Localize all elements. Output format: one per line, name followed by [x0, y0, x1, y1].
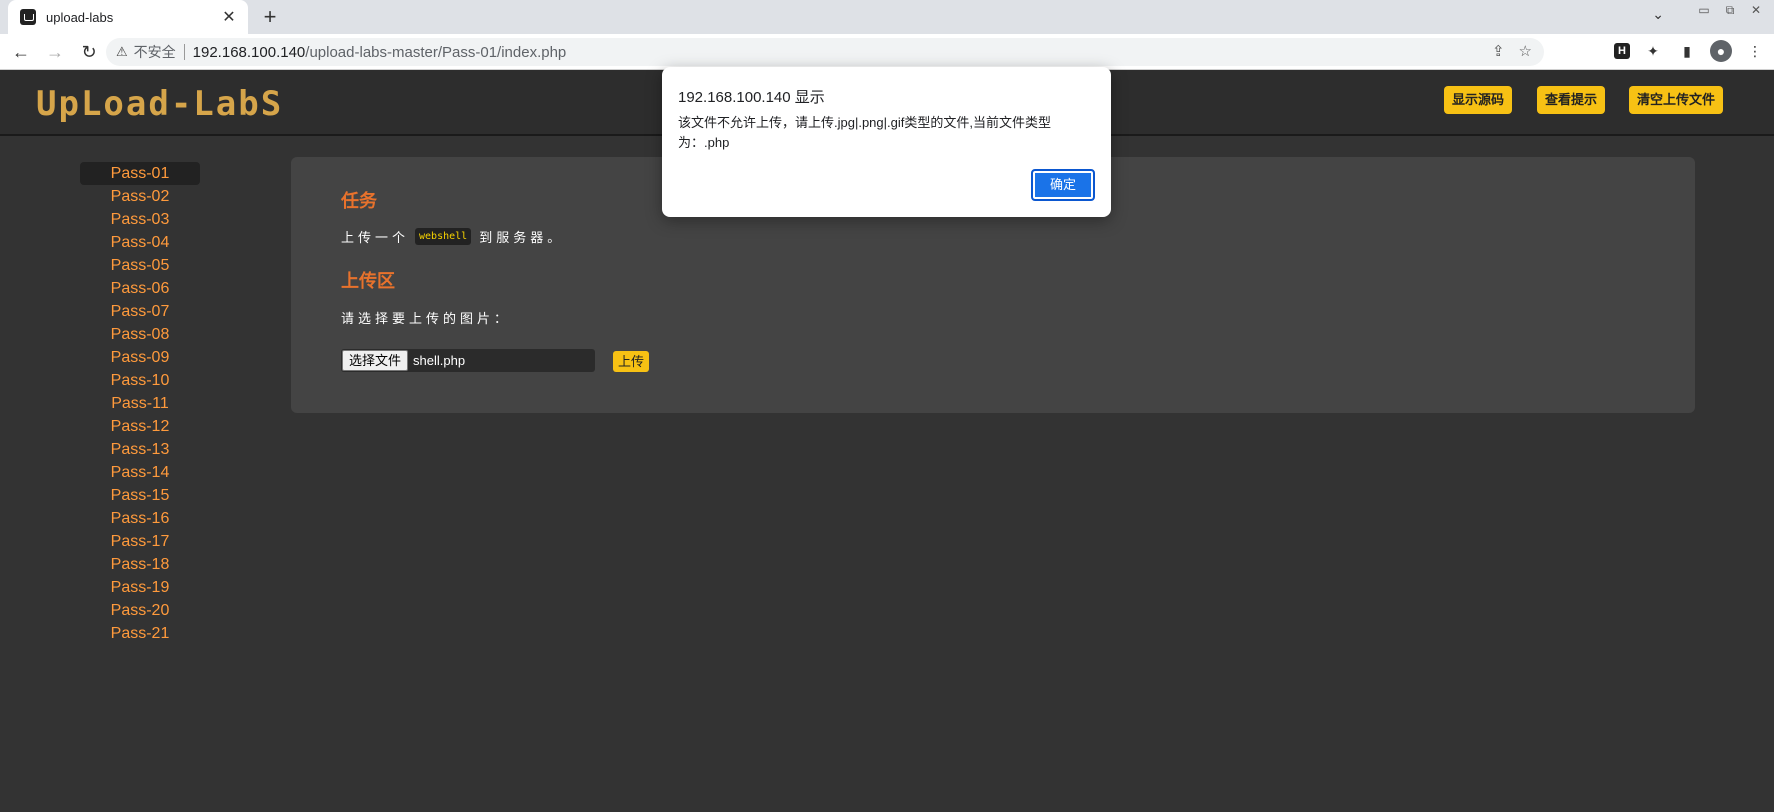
profile-avatar-icon[interactable]: ●: [1710, 40, 1732, 62]
sidebar-item-pass-08[interactable]: Pass-08: [80, 323, 200, 346]
browser-toolbar: ← → ↻ ⚠ 不安全 192.168.100.140/upload-labs-…: [0, 34, 1774, 70]
address-bar[interactable]: ⚠ 不安全 192.168.100.140/upload-labs-master…: [106, 38, 1544, 66]
window-controls: ▭ ⧉ ✕: [1692, 2, 1768, 18]
sidebar-item-pass-19[interactable]: Pass-19: [80, 576, 200, 599]
forward-button[interactable]: →: [42, 39, 68, 65]
sidebar-item-pass-20[interactable]: Pass-20: [80, 599, 200, 622]
security-label[interactable]: 不安全: [134, 42, 176, 62]
webshell-code: webshell: [415, 228, 472, 245]
dialog-title: 192.168.100.140 显示: [678, 89, 825, 106]
sidebar-item-pass-04[interactable]: Pass-04: [80, 231, 200, 254]
reload-button[interactable]: ↻: [76, 39, 102, 65]
clear-uploads-button[interactable]: 清空上传文件: [1629, 86, 1723, 114]
sidebar-item-pass-02[interactable]: Pass-02: [80, 185, 200, 208]
address-divider: [183, 44, 185, 60]
upload-heading: 上传区: [341, 271, 395, 291]
file-input[interactable]: 选择文件 shell.php: [341, 349, 595, 372]
sidebar-item-pass-05[interactable]: Pass-05: [80, 254, 200, 277]
sidebar-item-pass-03[interactable]: Pass-03: [80, 208, 200, 231]
window-close-button[interactable]: ✕: [1744, 2, 1768, 18]
back-button[interactable]: ←: [8, 39, 34, 65]
sidebar-item-pass-14[interactable]: Pass-14: [80, 461, 200, 484]
tab-title: upload-labs: [46, 9, 114, 25]
sidebar-item-pass-15[interactable]: Pass-15: [80, 484, 200, 507]
tab-strip: upload-labs ✕ + ⌄ ▭ ⧉ ✕: [0, 0, 1774, 34]
choose-image-prompt: 请选择要上传的图片：: [341, 311, 512, 326]
tab-search-dropdown-icon[interactable]: ⌄: [1652, 6, 1664, 23]
sidebar-item-pass-09[interactable]: Pass-09: [80, 346, 200, 369]
upload-labs-logo[interactable]: UpLoad-LabS: [36, 84, 283, 124]
sidebar-item-pass-12[interactable]: Pass-12: [80, 415, 200, 438]
sidebar-item-pass-18[interactable]: Pass-18: [80, 553, 200, 576]
choose-file-button[interactable]: 选择文件: [342, 350, 409, 371]
sidebar-item-pass-11[interactable]: Pass-11: [80, 392, 200, 415]
side-panel-icon[interactable]: ▮: [1676, 40, 1698, 62]
bookmark-star-icon[interactable]: ☆: [1519, 42, 1532, 60]
sidebar-item-pass-16[interactable]: Pass-16: [80, 507, 200, 530]
task-description: 上传一个 webshell 到服务器。: [341, 227, 564, 246]
restore-button[interactable]: ⧉: [1718, 2, 1742, 18]
task-suffix: 到服务器。: [479, 230, 565, 245]
tab-close-icon[interactable]: ✕: [220, 7, 238, 27]
sidebar-item-pass-01[interactable]: Pass-01: [80, 162, 200, 185]
sidebar-item-pass-17[interactable]: Pass-17: [80, 530, 200, 553]
url-host: 192.168.100.140: [192, 43, 306, 61]
toolbar-actions: H ✦ ▮ ● ⋮: [1614, 40, 1766, 62]
alert-dialog: 192.168.100.140 显示 该文件不允许上传，请上传.jpg|.png…: [662, 67, 1111, 217]
site-favicon-icon: [20, 9, 36, 25]
task-prefix: 上传一个: [341, 230, 410, 245]
browser-menu-icon[interactable]: ⋮: [1744, 40, 1766, 62]
show-hint-button[interactable]: 查看提示: [1537, 86, 1605, 114]
task-heading: 任务: [341, 191, 377, 211]
warning-icon[interactable]: ⚠: [116, 44, 128, 60]
selected-file-name: shell.php: [413, 353, 466, 368]
new-tab-button[interactable]: +: [258, 4, 282, 30]
omnibox-actions: ⇪ ☆: [1492, 42, 1532, 60]
dialog-ok-button[interactable]: 确定: [1031, 169, 1095, 201]
share-icon[interactable]: ⇪: [1492, 42, 1505, 60]
minimize-button[interactable]: ▭: [1692, 2, 1716, 18]
upload-submit-button[interactable]: 上传: [613, 351, 650, 372]
show-source-button[interactable]: 显示源码: [1444, 86, 1512, 114]
sidebar-item-pass-21[interactable]: Pass-21: [80, 622, 200, 645]
url-path: /upload-labs-master/Pass-01/index.php: [305, 43, 567, 61]
sidebar-item-pass-06[interactable]: Pass-06: [80, 277, 200, 300]
sidebar-item-pass-13[interactable]: Pass-13: [80, 438, 200, 461]
browser-tab[interactable]: upload-labs ✕: [8, 0, 248, 34]
sidebar-item-pass-10[interactable]: Pass-10: [80, 369, 200, 392]
pass-sidebar: Pass-01 Pass-02 Pass-03 Pass-04 Pass-05 Pass-…: [80, 162, 200, 645]
dialog-message: 该文件不允许上传，请上传.jpg|.png|.gif类型的文件,当前文件类型为：…: [678, 115, 1051, 150]
extensions-puzzle-icon[interactable]: ✦: [1642, 40, 1664, 62]
extension-h-icon[interactable]: H: [1614, 43, 1630, 59]
sidebar-item-pass-07[interactable]: Pass-07: [80, 300, 200, 323]
